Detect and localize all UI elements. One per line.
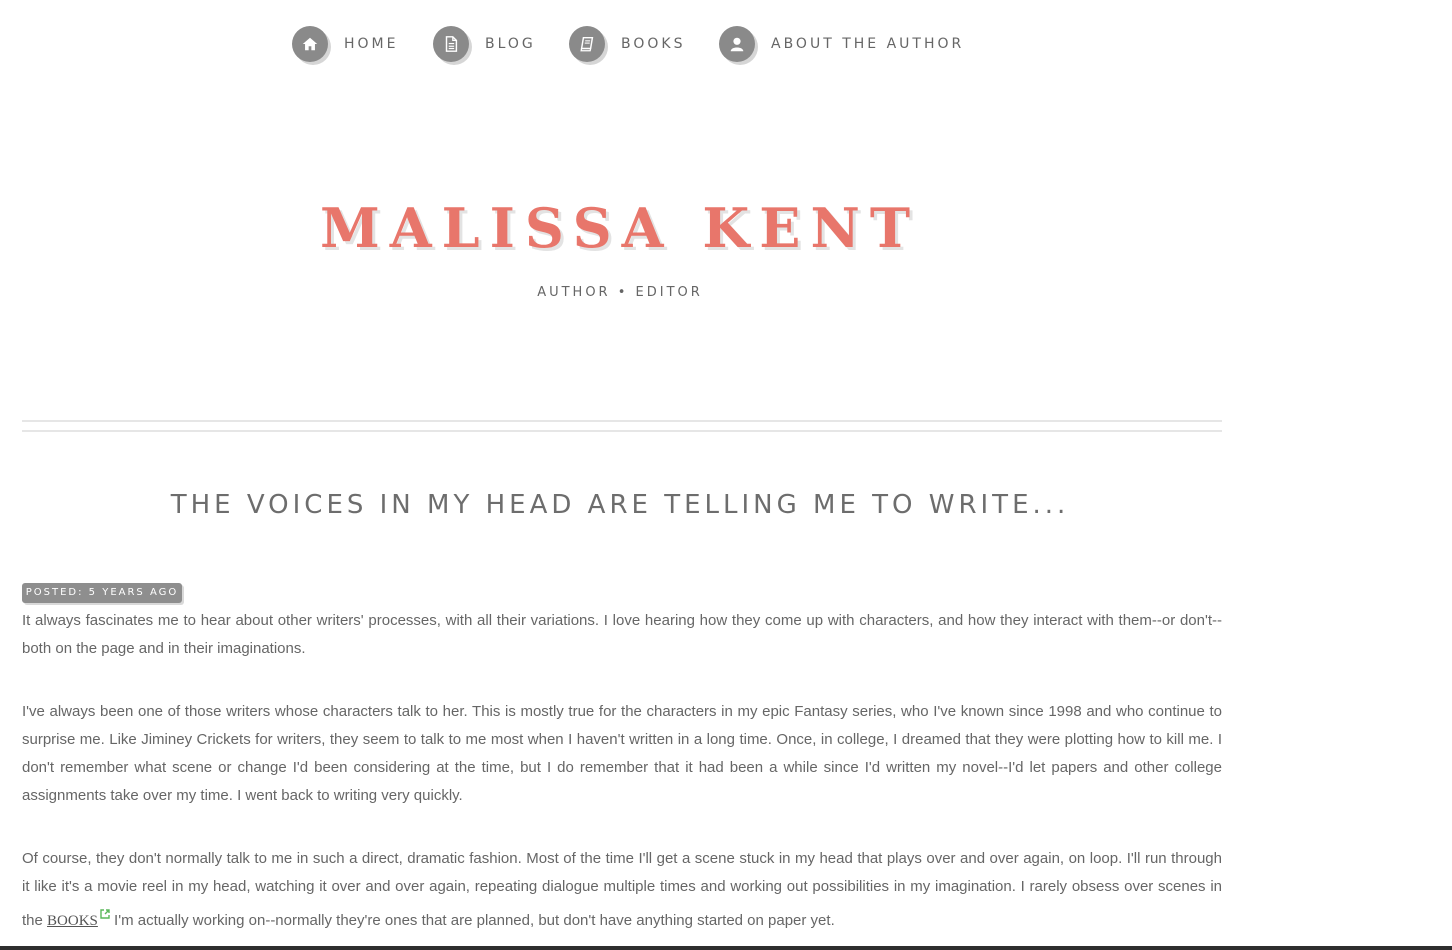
nav-label-about: ABOUT THE AUTHOR bbox=[771, 36, 965, 52]
post-paragraph: It always fascinates me to hear about ot… bbox=[22, 612, 1222, 657]
header-divider-second bbox=[22, 430, 1222, 432]
nav-label-blog: BLOG bbox=[485, 36, 536, 52]
page: HOME BLOG BOOKS ABOUT THE AUTHOR MALISSA… bbox=[0, 0, 1452, 950]
post-paragraph: Of course, they don't normally talk to m… bbox=[22, 845, 1222, 935]
nav-label-books: BOOKS bbox=[621, 36, 686, 52]
main-nav: HOME BLOG BOOKS ABOUT THE AUTHOR bbox=[0, 24, 1452, 64]
site-tagline: AUTHOR • EDITOR bbox=[537, 285, 703, 300]
post-title: THE VOICES IN MY HEAD ARE TELLING ME TO … bbox=[170, 490, 1070, 520]
bottom-bar bbox=[0, 946, 1452, 950]
external-link-icon bbox=[100, 901, 110, 919]
books-link[interactable]: BOOKS bbox=[47, 913, 98, 929]
site-title: MALISSA KENT bbox=[319, 196, 921, 260]
nav-item-books[interactable]: BOOKS bbox=[569, 24, 685, 64]
home-icon bbox=[292, 26, 328, 62]
book-icon bbox=[569, 26, 605, 62]
post-body: It always fascinates me to hear about ot… bbox=[22, 607, 1222, 950]
post-paragraph-tail: I'm actually working on--normally they'r… bbox=[109, 912, 835, 929]
user-icon bbox=[719, 26, 755, 62]
nav-item-home[interactable]: HOME bbox=[292, 24, 398, 64]
nav-item-blog[interactable]: BLOG bbox=[433, 24, 536, 64]
document-icon bbox=[433, 26, 469, 62]
post-paragraph: I've always been one of those writers wh… bbox=[22, 703, 1222, 804]
nav-item-about[interactable]: ABOUT THE AUTHOR bbox=[719, 24, 964, 64]
nav-label-home: HOME bbox=[344, 36, 399, 52]
posted-badge: POSTED: 5 YEARS AGO bbox=[22, 583, 182, 603]
header-divider bbox=[22, 420, 1222, 422]
